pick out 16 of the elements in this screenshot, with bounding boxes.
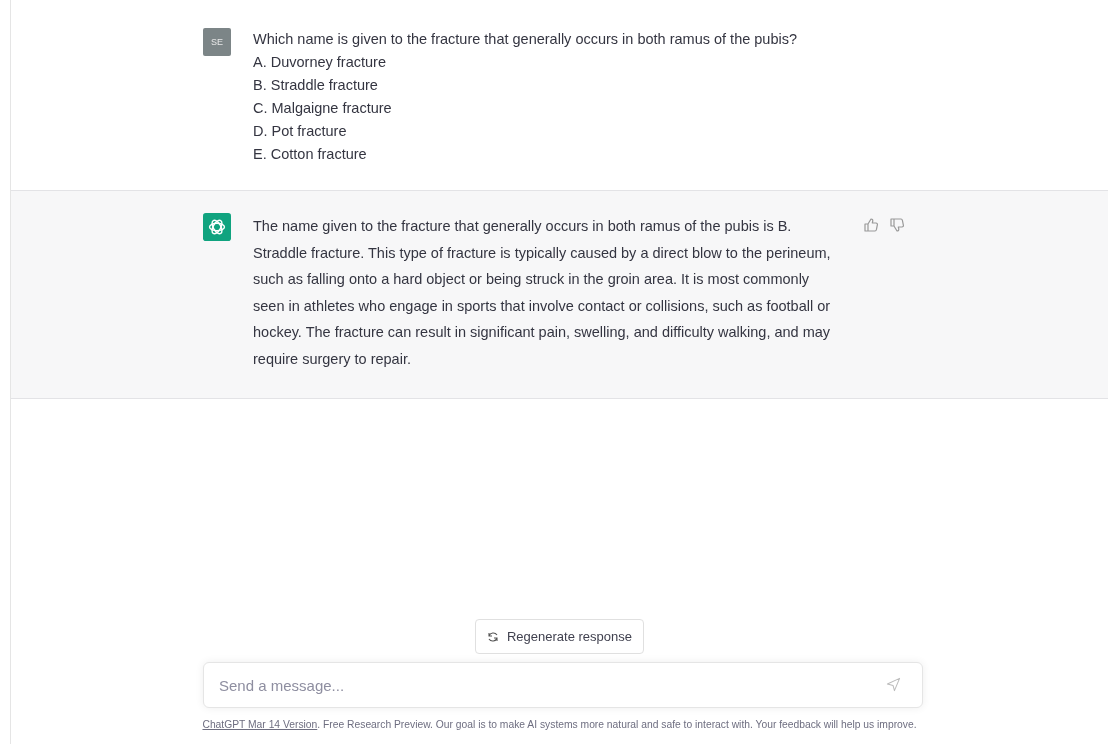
message-text: A. Duvorney fracture — [253, 53, 387, 72]
footer-note: ChatGPT Mar 14 Version. Free Research Preview. Our goal is to make AI systems more natural and safe to interact with. Your feedback will help us improve. — [201, 719, 918, 730]
response-text: The name given to the fracture that generally occurs in both ramus of the pubis is B. Straddle fracture. This type of fracture is typically caused by a direct blow to the perineum, such as falling onto a hard object or being struck in the groin area. It is most commonly seen in athletes who engage in sports that involve contact or collisions, such as football or hockey. The fracture can result in significant pain, swelling, and difficulty walking, and may require surgery to repair. — [253, 217, 832, 369]
message-text: Which name is given to the fracture that generally occurs in both ramus of the pubis? — [253, 30, 798, 49]
send-icon[interactable] — [886, 677, 901, 692]
thumbs-down-icon[interactable] — [889, 217, 905, 233]
message-input-field[interactable]: Send a message... — [203, 662, 923, 708]
message-text: B. Straddle fracture — [253, 76, 379, 95]
message-text: C. Malgaigne fracture — [253, 99, 393, 118]
regenerate-button[interactable]: Regenerate response — [475, 619, 644, 654]
user-avatar: SE — [203, 28, 231, 56]
message-text: E. Cotton fracture — [253, 145, 368, 164]
thumbs-up-icon[interactable] — [863, 217, 879, 233]
message-text: D. Pot fracture — [253, 122, 348, 141]
refresh-icon — [487, 630, 499, 643]
assistant-logo-icon — [203, 213, 231, 241]
